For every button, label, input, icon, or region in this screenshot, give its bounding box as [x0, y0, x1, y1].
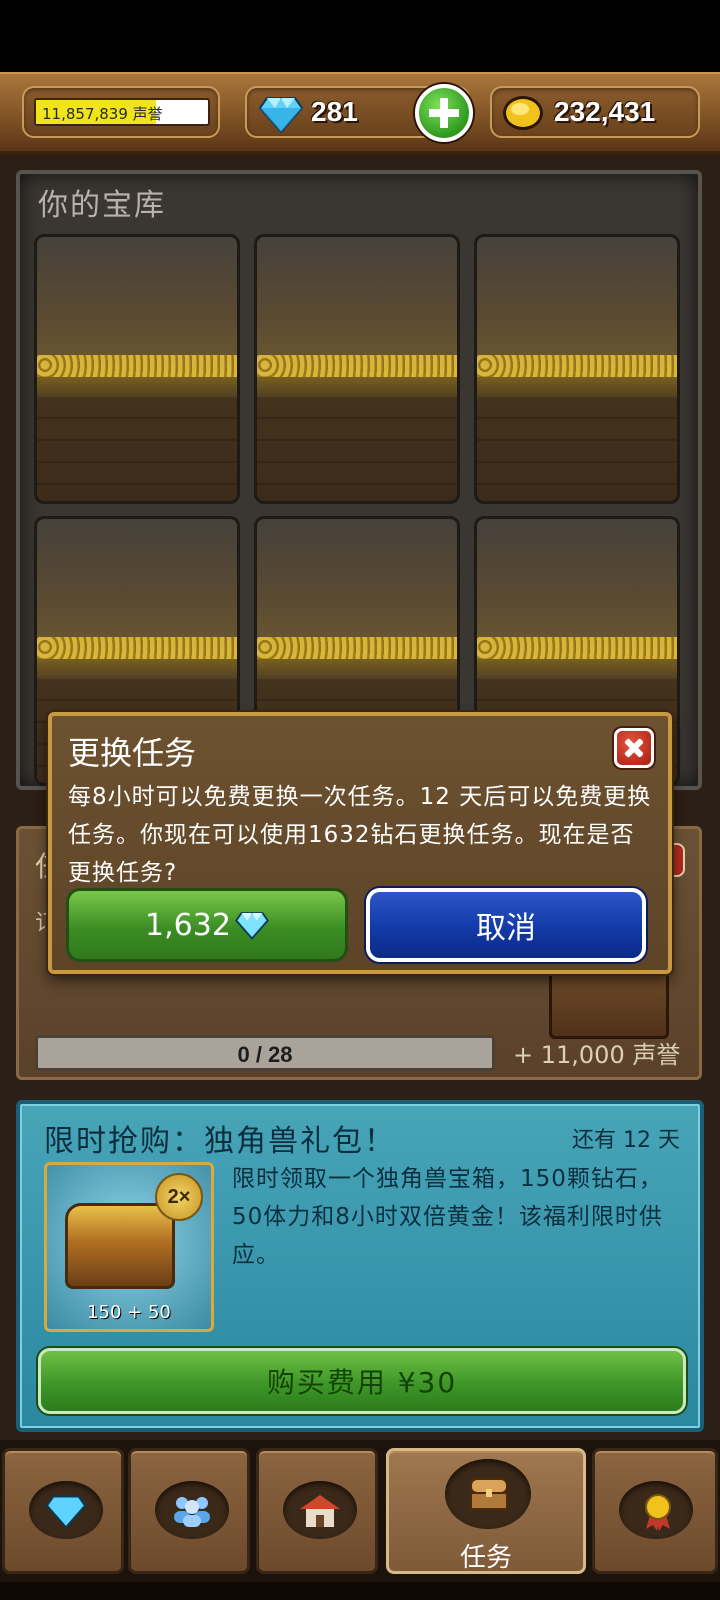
gold-count: 232,431	[554, 96, 656, 127]
vault-slot[interactable]	[254, 234, 460, 504]
reputation-pill[interactable]: 11,857,839 声誉	[22, 86, 220, 138]
house-icon	[300, 1495, 340, 1527]
gem-icon	[46, 1495, 86, 1529]
nav-gems[interactable]	[2, 1448, 124, 1574]
flash-sale-panel: 限时抢购：独角兽礼包！ 还有 12 天 2× 150 + 50 限时领取一个独角…	[16, 1100, 704, 1432]
treasure-chest-icon	[65, 1203, 175, 1289]
sale-description: 限时领取一个独角兽宝箱，150颗钻石，50体力和8小时双倍黄金！该福利限时供应。	[232, 1166, 663, 1268]
nav-achievements[interactable]	[592, 1448, 718, 1574]
people-icon	[174, 1497, 210, 1527]
close-icon[interactable]	[614, 728, 654, 768]
vault-slot[interactable]	[34, 234, 240, 504]
nav-base[interactable]	[256, 1448, 378, 1574]
pay-gems-button[interactable]: 1,632	[66, 888, 348, 962]
status-bar	[0, 0, 720, 72]
dialog-message: 每8小时可以免费更换一次任务。12 天后可以免费更换任务。你现在可以使用1632…	[68, 784, 652, 886]
change-mission-dialog: 更换任务 每8小时可以免费更换一次任务。12 天后可以免费更换任务。你现在可以使…	[48, 712, 672, 974]
mission-reward: + 11,000 声誉	[513, 1041, 681, 1069]
top-header: 11,857,839 声誉 281 232,431	[0, 72, 720, 154]
pay-gems-label: 1,632	[145, 907, 231, 943]
diamond-icon	[234, 912, 269, 940]
vault-title: 你的宝库	[38, 188, 166, 223]
gems-count: 281	[311, 96, 358, 127]
reputation-bar: 11,857,839 声誉	[34, 98, 210, 126]
sale-title: 限时抢购：独角兽礼包！	[44, 1124, 396, 1159]
vault-panel: 你的宝库	[16, 170, 702, 790]
nav-mission-tab[interactable]: 任务	[386, 1448, 586, 1574]
mission-progress-bar: 0 / 28	[35, 1035, 495, 1071]
mission-progress-text: 0 / 28	[237, 1042, 293, 1067]
nav-bottom-strip	[0, 1582, 720, 1600]
add-gems-button[interactable]	[415, 84, 473, 142]
cancel-button[interactable]: 取消	[366, 888, 646, 962]
pack-contents-caption: 150 + 50	[87, 1302, 171, 1323]
vault-slot[interactable]	[474, 234, 680, 504]
chest-icon	[470, 1478, 508, 1510]
gold-pill[interactable]: 232,431	[490, 86, 700, 138]
medal-icon	[645, 1494, 671, 1531]
bottom-nav: 任务	[0, 1440, 720, 1600]
reputation-text: 11,857,839 声誉	[42, 105, 163, 123]
dialog-title: 更换任务	[68, 734, 197, 772]
unicorn-pack-image: 2× 150 + 50	[44, 1162, 214, 1332]
double-gold-badge: 2×	[155, 1173, 203, 1221]
gold-coin-icon	[503, 96, 543, 130]
buy-pack-button[interactable]: 购买费用 ¥30	[38, 1348, 686, 1414]
nav-mission-label: 任务	[459, 1543, 512, 1573]
diamond-icon	[259, 97, 303, 134]
nav-team[interactable]	[128, 1448, 250, 1574]
sale-time-left: 还有 12 天	[572, 1128, 680, 1153]
